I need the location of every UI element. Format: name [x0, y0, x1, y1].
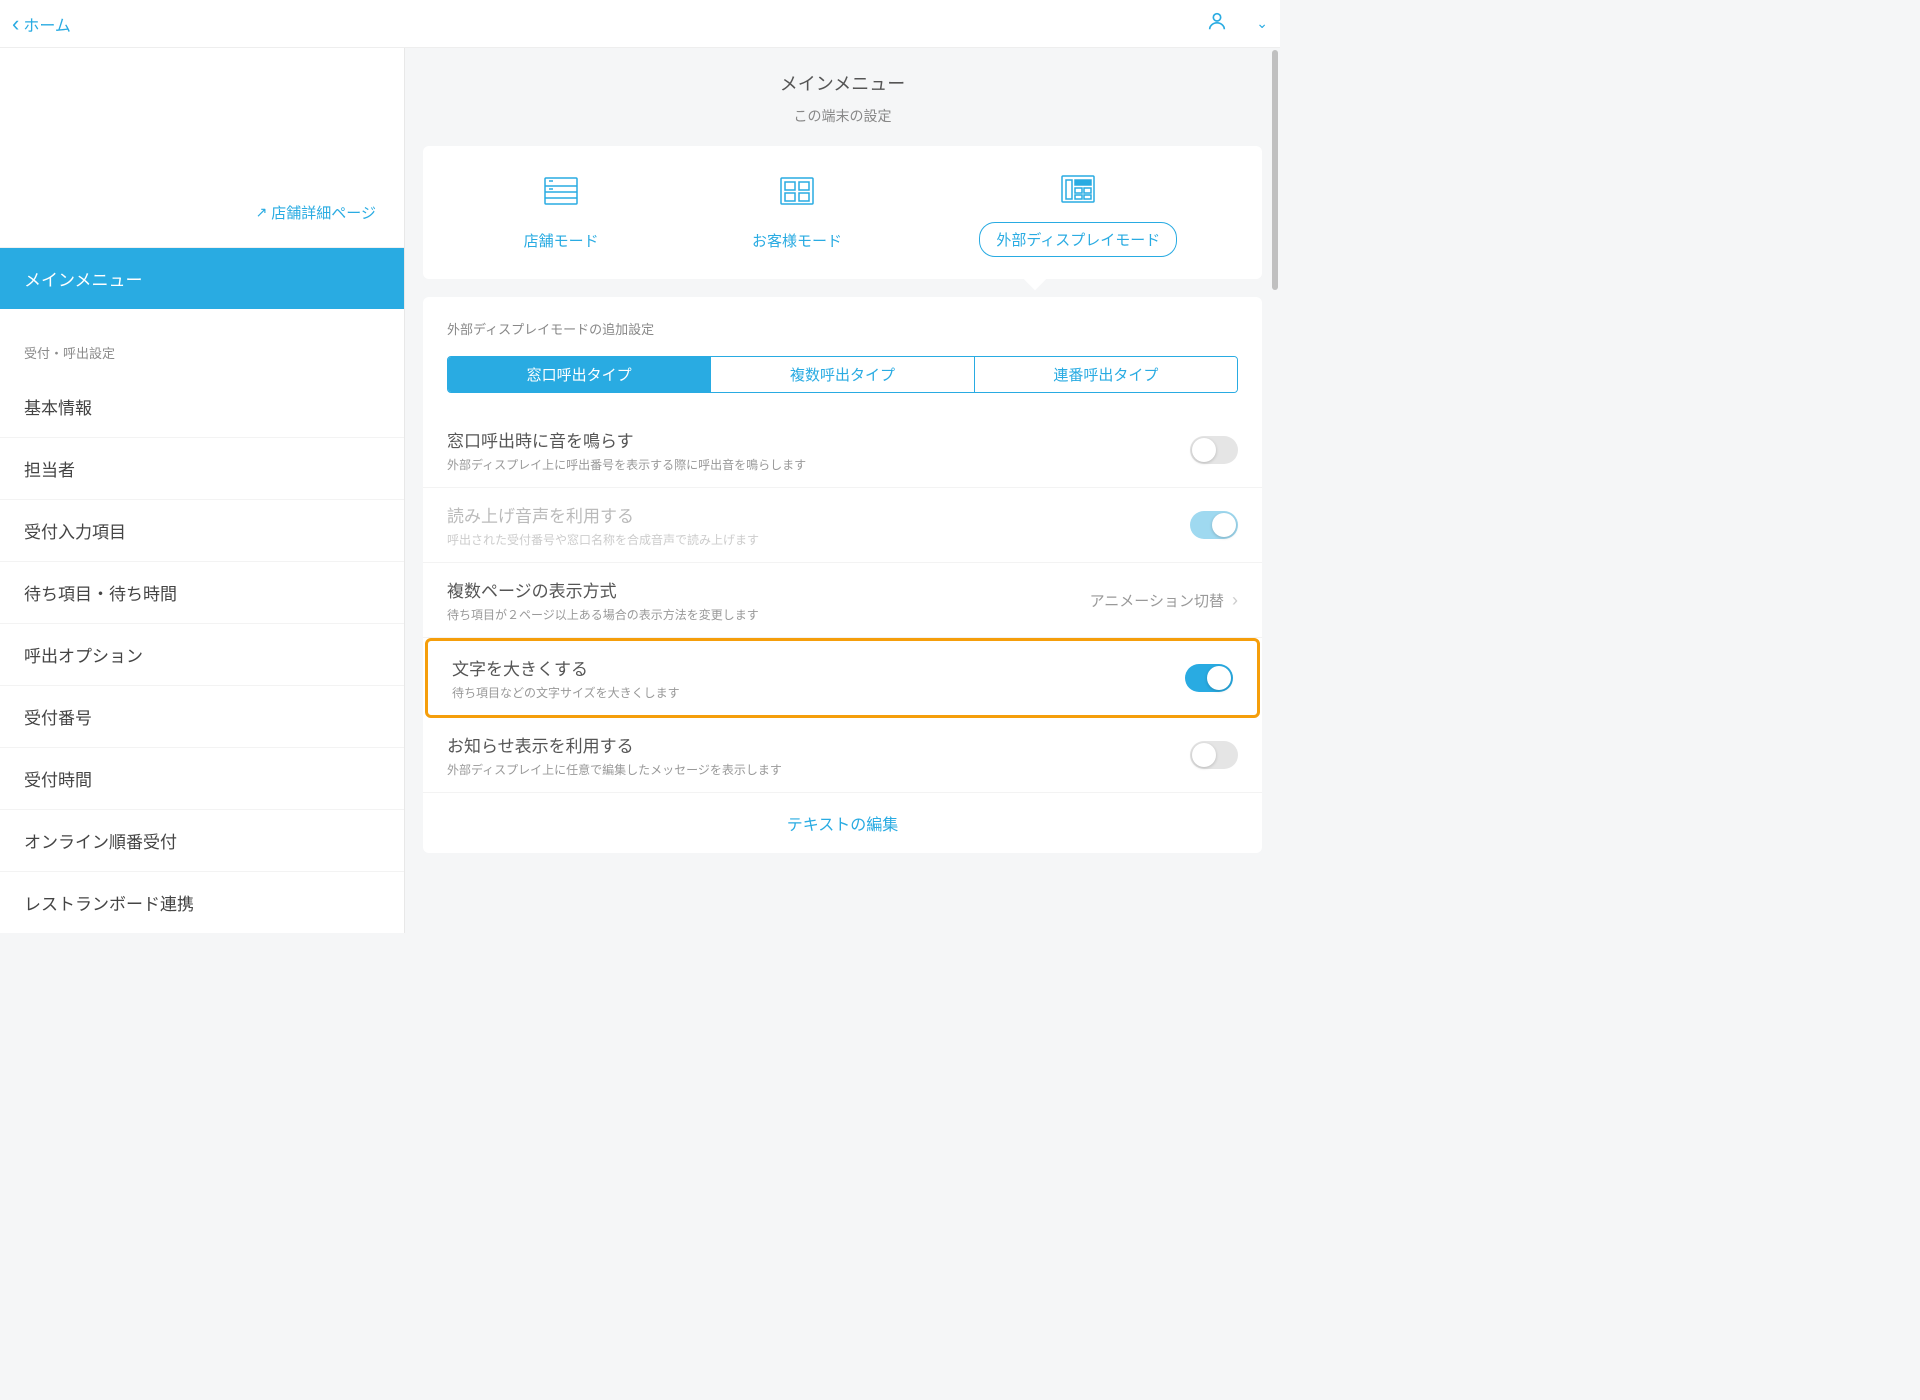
sidebar-item-restaurant-board[interactable]: レストランボード連携 — [0, 872, 404, 933]
toggle-tts — [1190, 511, 1238, 539]
setting-desc: 外部ディスプレイ上に任意で編集したメッセージを表示します — [447, 761, 1190, 778]
toggle-large-text[interactable] — [1185, 664, 1233, 692]
setting-row-large-text: 文字を大きくする 待ち項目などの文字サイズを大きくします — [425, 638, 1260, 718]
page-subtitle: この端末の設定 — [405, 106, 1280, 146]
sidebar-item-reception-input[interactable]: 受付入力項目 — [0, 500, 404, 562]
customer-mode-icon — [779, 176, 815, 210]
sidebar-item-call-options[interactable]: 呼出オプション — [0, 624, 404, 686]
sidebar-item-reception-time[interactable]: 受付時間 — [0, 748, 404, 810]
setting-desc: 呼出された受付番号や窓口名称を合成音声で読み上げます — [447, 531, 1190, 548]
chevron-down-icon[interactable]: ⌄ — [1256, 15, 1268, 32]
setting-row-notice: お知らせ表示を利用する 外部ディスプレイ上に任意で編集したメッセージを表示します — [423, 718, 1262, 793]
chevron-right-icon: › — [1232, 590, 1238, 611]
back-label: ホーム — [23, 12, 71, 36]
sidebar-header: ↗ 店舗詳細ページ — [0, 48, 404, 248]
scrollbar[interactable] — [1272, 48, 1278, 933]
setting-row-pages[interactable]: 複数ページの表示方式 待ち項目が２ページ以上ある場合の表示方法を変更します アニ… — [423, 563, 1262, 638]
setting-title: 複数ページの表示方式 — [447, 577, 1090, 602]
call-type-segmented: 窓口呼出タイプ 複数呼出タイプ 連番呼出タイプ — [447, 356, 1238, 393]
setting-row-sound: 窓口呼出時に音を鳴らす 外部ディスプレイ上に呼出番号を表示する際に呼出音を鳴らし… — [423, 413, 1262, 488]
store-mode-icon — [543, 176, 579, 210]
settings-card: 外部ディスプレイモードの追加設定 窓口呼出タイプ 複数呼出タイプ 連番呼出タイプ… — [423, 297, 1262, 853]
segmented-multi-call[interactable]: 複数呼出タイプ — [711, 357, 974, 392]
back-button[interactable]: ‹ ホーム — [12, 12, 71, 36]
sidebar-item-staff[interactable]: 担当者 — [0, 438, 404, 500]
top-bar: ‹ ホーム ⌄ — [0, 0, 1280, 48]
mode-tab-customer[interactable]: お客様モード — [736, 176, 858, 257]
mode-indicator-arrow — [1024, 268, 1047, 291]
edit-text-row: テキストの編集 — [423, 793, 1262, 835]
settings-heading: 外部ディスプレイモードの追加設定 — [423, 319, 1262, 356]
sidebar: ↗ 店舗詳細ページ メインメニュー 受付・呼出設定 基本情報 担当者 受付入力項… — [0, 48, 405, 933]
setting-title: 窓口呼出時に音を鳴らす — [447, 427, 1190, 452]
chevron-left-icon: ‹ — [12, 13, 19, 35]
toggle-notice[interactable] — [1190, 741, 1238, 769]
segmented-serial-call[interactable]: 連番呼出タイプ — [975, 357, 1237, 392]
page-title: メインメニュー — [405, 48, 1280, 106]
user-icon[interactable] — [1206, 10, 1228, 37]
sidebar-item-online-reception[interactable]: オンライン順番受付 — [0, 810, 404, 872]
sidebar-item-wait-items[interactable]: 待ち項目・待ち時間 — [0, 562, 404, 624]
setting-title: 文字を大きくする — [452, 655, 1185, 680]
setting-title: 読み上げ音声を利用する — [447, 502, 1190, 527]
setting-desc: 待ち項目が２ページ以上ある場合の表示方法を変更します — [447, 606, 1090, 623]
external-link-icon: ↗ — [256, 204, 268, 221]
edit-text-link[interactable]: テキストの編集 — [787, 817, 899, 834]
setting-title: お知らせ表示を利用する — [447, 732, 1190, 757]
mode-tab-external-display[interactable]: 外部ディスプレイモード — [979, 174, 1177, 257]
toggle-sound[interactable] — [1190, 436, 1238, 464]
sidebar-item-main-menu[interactable]: メインメニュー — [0, 248, 404, 309]
setting-desc: 待ち項目などの文字サイズを大きくします — [452, 684, 1185, 701]
store-detail-link[interactable]: ↗ 店舗詳細ページ — [256, 202, 376, 223]
external-display-mode-icon — [1060, 174, 1096, 208]
setting-value: アニメーション切替 — [1090, 590, 1224, 611]
setting-desc: 外部ディスプレイ上に呼出番号を表示する際に呼出音を鳴らします — [447, 456, 1190, 473]
main-content: メインメニュー この端末の設定 店舗モード お客様モード — [405, 48, 1280, 933]
sidebar-section-label: 受付・呼出設定 — [0, 309, 404, 376]
mode-selector-card: 店舗モード お客様モード 外部ディスプレイモード — [423, 146, 1262, 279]
scrollbar-thumb[interactable] — [1272, 50, 1278, 290]
mode-tab-store[interactable]: 店舗モード — [508, 176, 615, 257]
segmented-counter-call[interactable]: 窓口呼出タイプ — [448, 357, 711, 392]
sidebar-item-reception-number[interactable]: 受付番号 — [0, 686, 404, 748]
sidebar-item-basic-info[interactable]: 基本情報 — [0, 376, 404, 438]
setting-row-tts: 読み上げ音声を利用する 呼出された受付番号や窓口名称を合成音声で読み上げます — [423, 488, 1262, 563]
